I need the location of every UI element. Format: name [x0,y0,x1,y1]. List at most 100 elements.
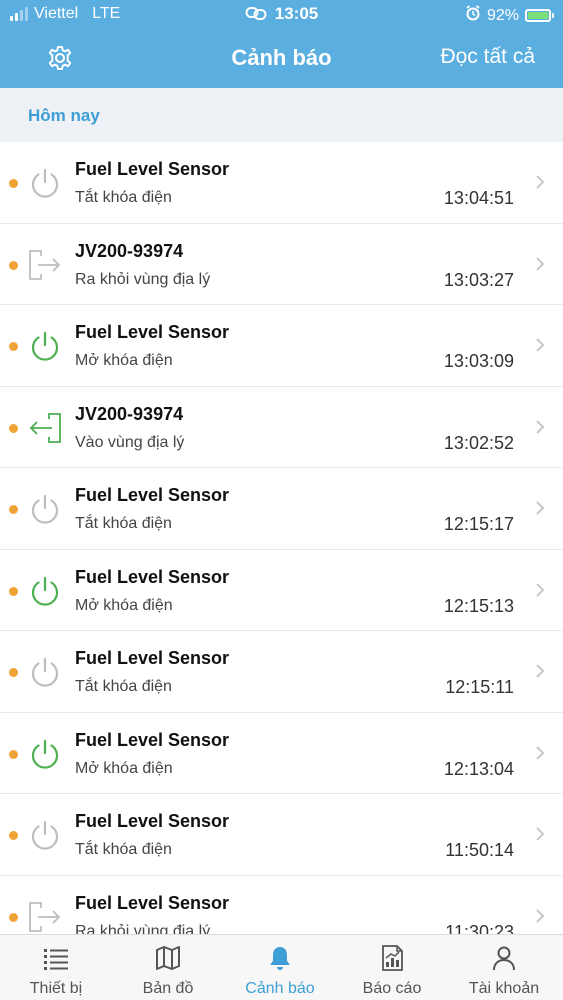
tab-account[interactable]: Tài khoản [448,935,560,1000]
alert-title: Fuel Level Sensor [75,566,230,587]
power-off-icon [28,166,62,200]
alert-item[interactable]: Fuel Level Sensor Tắt khóa điện 13:04:51 [0,142,563,224]
chevron-right-icon [535,582,545,598]
alarm-icon [465,5,481,26]
alert-time: 12:15:17 [443,514,514,534]
alert-subtitle: Vào vùng địa lý [75,433,185,451]
tab-label: Báo cáo [362,980,422,997]
power-on-icon [28,737,62,771]
alert-title: Fuel Level Sensor [75,485,230,505]
alert-subtitle: Mở khóa điện [75,596,173,614]
alert-subtitle: Tắt khóa điện [75,515,172,532]
exit-zone-icon [28,900,62,934]
alert-title: Fuel Level Sensor [75,729,230,750]
chevron-right-icon [535,337,545,353]
alert-title: Fuel Level Sensor [75,811,230,831]
power-off-icon [28,492,62,526]
section-header: Hôm nay [0,88,563,142]
section-label-today: Hôm nay [28,106,100,125]
chevron-right-icon [535,174,545,190]
alert-time: 13:03:27 [443,269,514,290]
unread-dot [9,342,18,351]
tab-label: Bản đồ [142,980,194,997]
power-off-icon [28,818,62,852]
alert-item[interactable]: Fuel Level Sensor Mở khóa điện 13:03:09 [0,305,563,387]
alert-item[interactable]: JV200-93974 Ra khỏi vùng địa lý 13:03:27 [0,224,563,305]
battery-percent: 92% [486,6,519,24]
unread-dot [9,505,18,514]
enter-zone-icon [28,411,62,445]
alert-item[interactable]: Fuel Level Sensor Tắt khóa điện 12:15:17 [0,468,563,550]
alert-subtitle: Tắt khóa điện [75,841,172,858]
report-icon [382,945,403,971]
exit-zone-icon [28,248,62,282]
battery-fill [528,12,549,19]
alert-title: Fuel Level Sensor [75,159,230,179]
alert-item[interactable]: Fuel Level Sensor Mở khóa điện 12:15:13 [0,550,563,631]
header: Viettel LTE 13:05 92% Cảnh báo Đọc tất c… [0,0,563,88]
power-on-icon [28,329,62,363]
alert-time: 13:04:51 [443,188,514,208]
chevron-right-icon [535,256,545,272]
power-off-icon [28,655,62,689]
alert-time: 11:50:14 [445,840,514,860]
alert-time: 12:15:11 [445,677,514,697]
map-icon [156,946,180,970]
tab-label: Tài khoản [468,980,540,997]
link-icon [245,5,267,25]
alert-time: 12:13:04 [443,758,514,779]
tab-label: Cảnh báo [245,980,315,997]
chevron-right-icon [535,908,545,924]
chevron-right-icon [535,500,545,516]
alert-subtitle: Ra khỏi vùng địa lý [75,270,211,288]
alert-subtitle: Tắt khóa điện [75,678,172,695]
alert-list[interactable]: Fuel Level Sensor Tắt khóa điện 13:04:51… [0,142,563,934]
tab-bar: Thiết bị Bản đồ Cảnh báo Báo cáo Tài kho… [0,934,563,1000]
alert-subtitle: Mở khóa điện [75,352,173,369]
read-all-button[interactable]: Đọc tất cả [440,45,535,69]
alert-title: Fuel Level Sensor [75,322,230,342]
unread-dot [9,668,18,677]
alert-time: 12:15:13 [443,595,514,616]
chevron-right-icon [535,745,545,761]
navigation-bar: Cảnh báo Đọc tất cả [0,30,563,88]
unread-dot [9,423,18,433]
alert-subtitle: Tắt khóa điện [75,189,172,206]
tab-label: Thiết bị [29,980,83,997]
unread-dot [9,586,18,596]
alert-time: 13:02:52 [443,432,514,453]
tab-alerts[interactable]: Cảnh báo [224,935,336,1000]
chevron-right-icon [535,826,545,842]
unread-dot [9,179,18,188]
unread-dot [9,749,18,759]
bell-icon [270,947,290,970]
unread-dot [9,831,18,840]
list-icon [44,949,68,970]
alert-item[interactable]: Fuel Level Sensor Tắt khóa điện 12:15:11 [0,631,563,713]
tab-reports[interactable]: Báo cáo [336,935,448,1000]
status-right: 92% [465,5,554,26]
tab-map[interactable]: Bản đồ [112,935,224,1000]
alert-title: JV200-93974 [75,403,184,424]
power-on-icon [28,574,62,608]
alert-title: Fuel Level Sensor [75,892,230,913]
alert-item[interactable]: JV200-93974 Vào vùng địa lý 13:02:52 [0,387,563,468]
gear-icon[interactable] [46,44,74,72]
unread-dot [9,260,18,270]
tab-devices[interactable]: Thiết bị [0,935,112,1000]
alert-subtitle: Ra khỏi vùng địa lý [75,922,211,935]
status-time: 13:05 [274,4,319,23]
alert-subtitle: Mở khóa điện [75,759,173,777]
battery-charging-icon [525,9,554,22]
status-bar: Viettel LTE 13:05 92% [0,0,563,30]
alert-time: 11:30:23 [445,921,514,935]
alert-item[interactable]: Fuel Level Sensor Ra khỏi vùng địa lý 11… [0,876,563,935]
unread-dot [9,912,18,922]
alert-item[interactable]: Fuel Level Sensor Mở khóa điện 12:13:04 [0,713,563,794]
alert-item[interactable]: Fuel Level Sensor Tắt khóa điện 11:50:14 [0,794,563,876]
alert-title: JV200-93974 [75,240,184,261]
alert-title: Fuel Level Sensor [75,648,230,668]
alert-time: 13:03:09 [443,351,514,371]
chevron-right-icon [535,663,545,679]
account-icon [493,946,515,971]
